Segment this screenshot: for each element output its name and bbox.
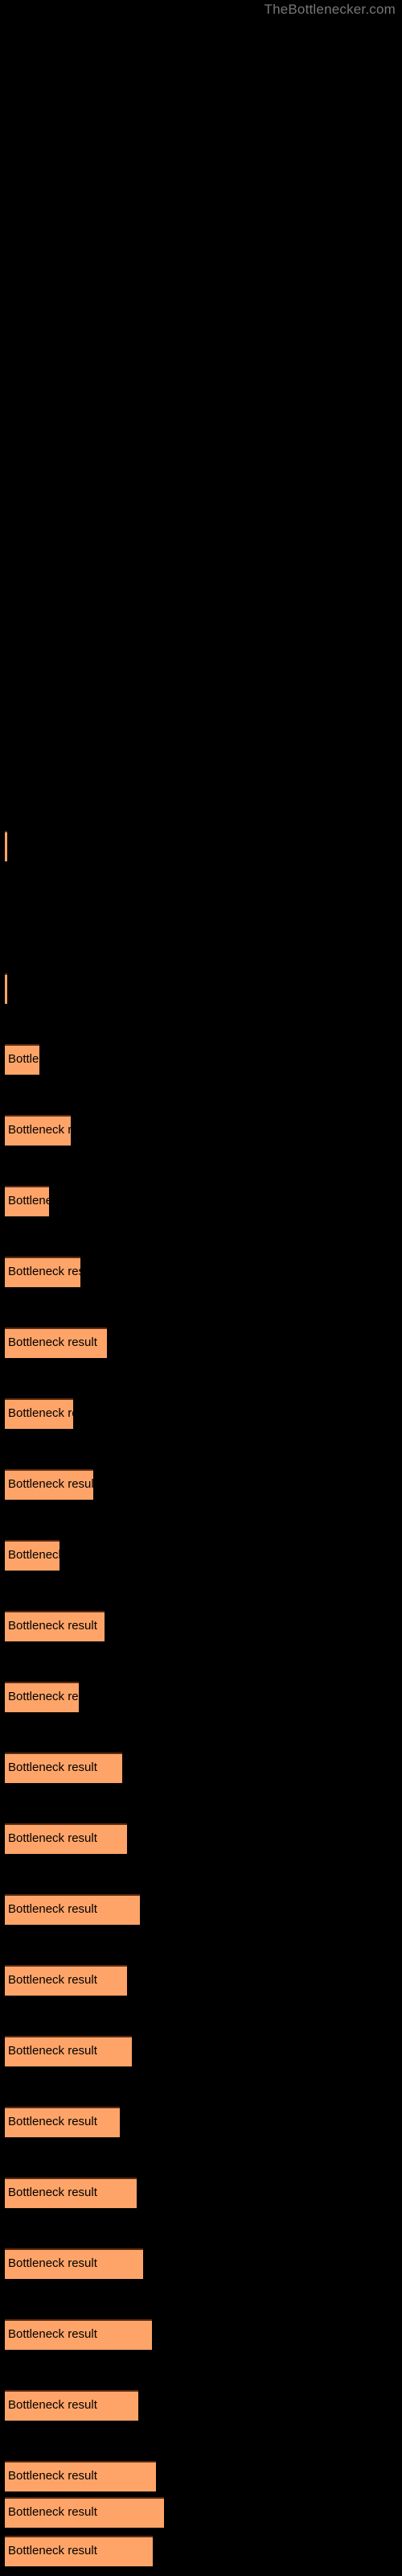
- bar-label: Bottleneck result: [8, 2469, 97, 2483]
- bar-label: Bottleneck result: [8, 1052, 39, 1066]
- bar-16: Bottleneck result: [5, 1965, 127, 1996]
- bar-label: Bottleneck result: [8, 1194, 49, 1208]
- bar-14: Bottleneck result: [5, 1823, 127, 1854]
- bar-label: Bottleneck result: [8, 1902, 97, 1916]
- bar-label: Bottleneck result: [8, 2327, 97, 2341]
- bar-row: Bottleneck result: [0, 2388, 402, 2421]
- bar-label: Bottleneck result: [8, 2256, 97, 2270]
- bar-row: Bottleneck result: [0, 1609, 402, 1641]
- bar-row: Bottleneck result: [0, 1255, 402, 1287]
- bar-24: Bottleneck result: [5, 2497, 164, 2528]
- bar-9: Bottleneck result: [5, 1469, 93, 1500]
- bar-label: Bottleneck result: [8, 1335, 97, 1349]
- bar-label: Bottleneck result: [8, 2044, 97, 2058]
- bar-10: Bottleneck result: [5, 1540, 59, 1571]
- bar-label: Bottleneck result: [8, 2505, 97, 2519]
- bar-row: Bottleneck result: [0, 2176, 402, 2208]
- bar-5: Bottleneck result: [5, 1186, 49, 1216]
- bar-row: Bottleneck result: [0, 2105, 402, 2137]
- bar-label: Bottleneck result: [8, 1123, 71, 1137]
- bar-row: Bottleneck result: [0, 1893, 402, 1925]
- bar-row: Bottleneck result: [0, 1184, 402, 1216]
- bar-row: Bottleneck result: [0, 1538, 402, 1571]
- bar-label: Bottleneck result: [8, 1477, 93, 1491]
- bar-row: Bottleneck result: [0, 2034, 402, 2066]
- bar-17: Bottleneck result: [5, 2036, 132, 2066]
- bar-21: Bottleneck result: [5, 2319, 152, 2350]
- bar-row: Bottleneck result: [0, 1468, 402, 1500]
- bar-15: Bottleneck result: [5, 1894, 140, 1925]
- bar-label: Bottleneck result: [8, 1761, 97, 1774]
- bar-23: Bottleneck result: [5, 2461, 156, 2491]
- bar-label: Bottleneck result: [8, 1973, 97, 1987]
- bar-label: Bottleneck result: [8, 2398, 97, 2412]
- bar-row: Bottleneck result: [0, 1397, 402, 1429]
- bar-1: Bottleneck result: [5, 831, 7, 861]
- bar-row: Bottleneck result: [0, 2496, 402, 2528]
- bar-label: Bottleneck result: [8, 1619, 97, 1633]
- bar-label: Bottleneck result: [8, 1548, 59, 1562]
- bar-12: Bottleneck result: [5, 1682, 79, 1712]
- bar-19: Bottleneck result: [5, 2178, 137, 2208]
- bar-row: Bottleneck result: [0, 1042, 402, 1075]
- bar-row: Bottleneck result: [0, 1751, 402, 1783]
- bar-row: Bottleneck result: [0, 2247, 402, 2279]
- bar-label: Bottleneck result: [8, 1831, 97, 1845]
- bar-row: Bottleneck result: [0, 829, 402, 861]
- bar-label: Bottleneck result: [8, 1406, 73, 1420]
- bar-label: Bottleneck result: [8, 1265, 80, 1278]
- bar-label: Bottleneck result: [8, 2115, 97, 2128]
- bar-22: Bottleneck result: [5, 2390, 138, 2421]
- bar-row: Bottleneck result: [0, 972, 402, 1004]
- bar-4: Bottleneck result: [5, 1115, 71, 1146]
- bar-13: Bottleneck result: [5, 1752, 122, 1783]
- bar-row: Bottleneck result: [0, 1113, 402, 1146]
- bar-row: Bottleneck result: [0, 2459, 402, 2491]
- bar-label: Bottleneck result: [8, 2186, 97, 2199]
- bar-row: Bottleneck result: [0, 1680, 402, 1712]
- bar-3: Bottleneck result: [5, 1044, 39, 1075]
- bar-11: Bottleneck result: [5, 1611, 105, 1641]
- bar-18: Bottleneck result: [5, 2107, 120, 2137]
- bar-row: Bottleneck result: [0, 1326, 402, 1358]
- bar-label: Bottleneck result: [8, 2544, 97, 2557]
- bar-7: Bottleneck result: [5, 1327, 107, 1358]
- bar-2: Bottleneck result: [5, 973, 7, 1004]
- bar-8: Bottleneck result: [5, 1398, 73, 1429]
- bar-20: Bottleneck result: [5, 2248, 143, 2279]
- bottleneck-bar-chart: Bottleneck result Bottleneck result Bottle…: [0, 0, 402, 2576]
- bar-25: Bottleneck result: [5, 2536, 153, 2566]
- bar-label: Bottleneck result: [8, 1690, 79, 1703]
- bar-6: Bottleneck result: [5, 1257, 80, 1287]
- bar-row: Bottleneck result: [0, 1963, 402, 1996]
- bar-row: Bottleneck result: [0, 1822, 402, 1854]
- bar-row: Bottleneck result: [0, 2318, 402, 2350]
- bar-row: Bottleneck result: [0, 2534, 402, 2566]
